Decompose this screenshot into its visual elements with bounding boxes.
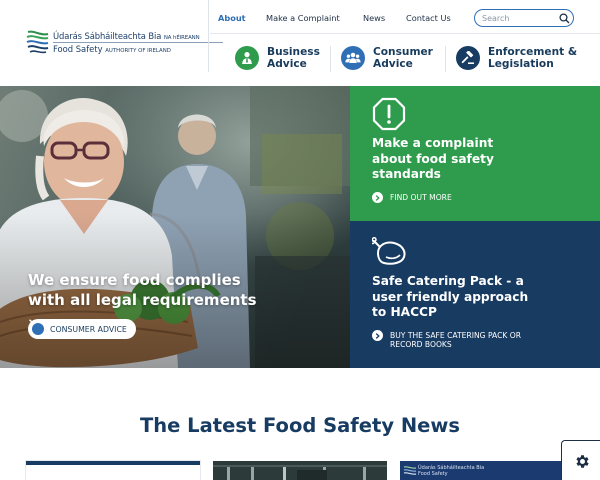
chevron-right-icon: [29, 319, 44, 335]
complaint-panel-title: Make a complaint about food safety standar…: [372, 136, 494, 181]
safe-catering-panel[interactable]: Safe Catering Pack - a user friendly appr…: [350, 221, 600, 368]
buy-safe-catering-pack-label: BUY THE SAFE CATERING PACK OR RECORD BOOK…: [390, 331, 522, 349]
topnav-underline: [210, 33, 600, 34]
news-heading: The Latest Food Safety News: [139, 414, 461, 437]
header-divider: [208, 0, 209, 72]
chevron-right-icon: [372, 192, 383, 203]
logo-swoosh-icon: [403, 466, 417, 475]
logo-english-name: Food Safety AUTHORITY OF IRELAND: [53, 44, 171, 54]
news-card[interactable]: [213, 461, 387, 480]
mainnav-separator: [330, 46, 331, 72]
search-input[interactable]: [482, 12, 556, 24]
complaint-panel[interactable]: Make a complaint about food safety standar…: [350, 86, 600, 221]
roast-chicken-icon: [372, 237, 406, 265]
logo-swoosh-icon: [26, 30, 49, 54]
topnav-make-a-complaint[interactable]: Make a Complaint: [266, 13, 340, 23]
consumer-advice-button[interactable]: CONSUMER ADVICE: [28, 319, 136, 339]
fsai-logo[interactable]: Údarás Sábháilteachta Bia NA hÉIREANN Fo…: [26, 28, 223, 58]
safe-catering-panel-title: Safe Catering Pack - a user friendly appr…: [372, 274, 529, 319]
news-card-logo-text: Údarás Sábháilteachta Bia Food Safety: [418, 465, 485, 477]
search-icon[interactable]: [559, 13, 570, 24]
mainnav-label: Business Advice: [267, 46, 320, 70]
alert-octagon-icon: [372, 97, 406, 131]
gavel-icon: [456, 46, 480, 70]
hero-title: We ensure food complies with all legal re…: [28, 271, 257, 309]
topnav-about[interactable]: About: [218, 13, 246, 23]
find-out-more-link[interactable]: FIND OUT MORE: [372, 192, 452, 203]
news-card[interactable]: Údarás Sábháilteachta Bia Food Safety: [400, 461, 574, 480]
hero-banner: We ensure food complies with all legal re…: [0, 86, 350, 368]
topnav-news[interactable]: News: [363, 13, 385, 23]
search-box: [474, 9, 574, 27]
mainnav-label: Enforcement & Legislation: [488, 46, 578, 70]
consumer-advice-label: CONSUMER ADVICE: [50, 324, 127, 334]
news-card-image: [213, 461, 387, 480]
mainnav-label: Consumer Advice: [373, 46, 433, 70]
logo-irish-name: Údarás Sábháilteachta Bia NA hÉIREANN: [53, 31, 200, 41]
find-out-more-label: FIND OUT MORE: [390, 193, 452, 202]
chevron-right-icon: [372, 330, 383, 341]
topnav-contact-us[interactable]: Contact Us: [406, 13, 451, 23]
news-card[interactable]: [26, 461, 200, 480]
logo-divider: [53, 42, 223, 43]
buy-safe-catering-pack-link[interactable]: BUY THE SAFE CATERING PACK OR RECORD BOOK…: [372, 330, 522, 349]
consumer-group-icon: [341, 46, 365, 70]
cookie-settings-button[interactable]: [561, 440, 600, 480]
gear-icon: [576, 455, 589, 468]
site-header: Údarás Sábháilteachta Bia NA hÉIREANN Fo…: [0, 0, 600, 86]
mainnav-separator: [445, 46, 446, 72]
business-person-icon: [235, 46, 259, 70]
